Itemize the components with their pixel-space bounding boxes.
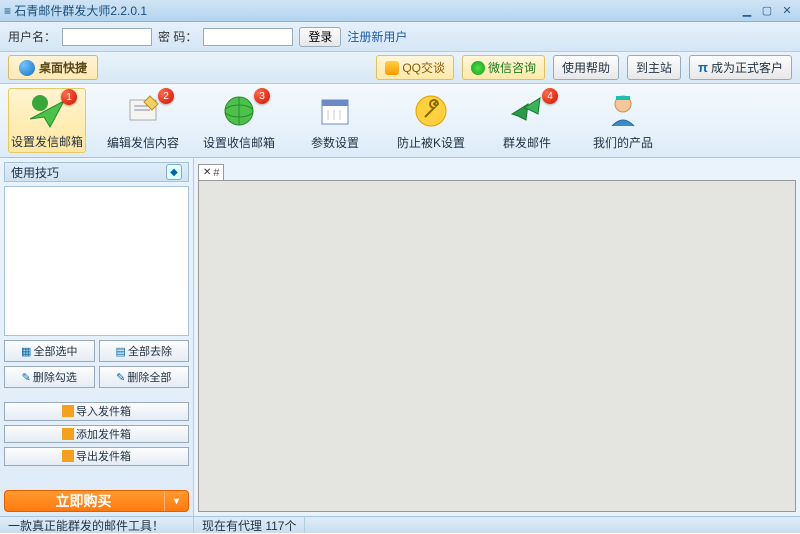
wrench-icon (410, 90, 452, 132)
add-icon (62, 428, 74, 440)
minimize-button[interactable]: ▁ (738, 4, 756, 18)
delete-all-button[interactable]: ✎删除全部 (99, 366, 190, 388)
remove-all-button[interactable]: ▤全部去除 (99, 340, 190, 362)
upgrade-button[interactable]: π 成为正式客户 (689, 55, 792, 80)
pi-icon: π (698, 60, 708, 75)
badge: 2 (158, 88, 174, 104)
globe-icon (19, 60, 35, 76)
help-button[interactable]: 使用帮助 (553, 55, 619, 80)
mainsite-button[interactable]: 到主站 (627, 55, 681, 80)
ribbon-set-receiver[interactable]: 3 设置收信邮箱 (200, 88, 278, 153)
export-mailbox-button[interactable]: 导出发件箱 (4, 447, 189, 466)
qq-chat-button[interactable]: QQ交谈 (376, 55, 454, 80)
status-left: 一款真正能群发的邮件工具！ (0, 517, 194, 533)
wechat-icon (471, 61, 485, 75)
buy-now-button[interactable]: 立即购买 ▾ (4, 490, 189, 512)
register-link[interactable]: 注册新用户 (347, 28, 407, 45)
desktop-shortcut-label: 桌面快捷 (39, 59, 87, 76)
maximize-button[interactable]: ▢ (758, 4, 776, 18)
mdi-workspace (198, 180, 796, 512)
tab-grip-icon: # (213, 167, 218, 179)
status-right: 现在有代理 117个 (194, 517, 305, 533)
import-mailbox-button[interactable]: 导入发件箱 (4, 402, 189, 421)
ribbon-send-mass[interactable]: 4 群发邮件 (488, 88, 566, 153)
ribbon-edit-content[interactable]: 2 编辑发信内容 (104, 88, 182, 153)
badge: 4 (542, 88, 558, 104)
window-title: ≡ 石青邮件群发大师2.2.0.1 (4, 2, 736, 19)
ribbon-products[interactable]: 我们的产品 (584, 88, 662, 153)
username-label: 用户名： (8, 28, 56, 45)
password-input[interactable] (203, 28, 293, 46)
import-icon (62, 405, 74, 417)
wechat-consult-button[interactable]: 微信咨询 (462, 55, 545, 80)
ribbon-params[interactable]: 参数设置 (296, 88, 374, 153)
tips-list[interactable] (4, 186, 189, 336)
password-label: 密 码： (158, 28, 197, 45)
export-icon (62, 450, 74, 462)
select-all-button[interactable]: ▦全部选中 (4, 340, 95, 362)
badge: 1 (61, 89, 77, 105)
badge: 3 (254, 88, 270, 104)
add-mailbox-button[interactable]: 添加发件箱 (4, 425, 189, 444)
qq-icon (385, 61, 399, 75)
login-button[interactable]: 登录 (299, 27, 341, 47)
desktop-shortcut-button[interactable]: 桌面快捷 (8, 55, 98, 80)
close-button[interactable]: ✕ (778, 4, 796, 18)
ribbon-set-sender[interactable]: 1 设置发信邮箱 (8, 88, 86, 153)
ribbon-anti-k[interactable]: 防止被K设置 (392, 88, 470, 153)
calendar-icon (314, 90, 356, 132)
mdi-tab[interactable]: ✕ # (198, 164, 224, 180)
username-input[interactable] (62, 28, 152, 46)
tab-close-icon[interactable]: ✕ (203, 167, 211, 178)
buy-dropdown-icon[interactable]: ▾ (164, 491, 188, 511)
tips-header[interactable]: 使用技巧 ◆ (4, 162, 189, 182)
person-icon (602, 90, 644, 132)
expand-icon[interactable]: ◆ (166, 164, 182, 180)
delete-checked-button[interactable]: ✎删除勾选 (4, 366, 95, 388)
